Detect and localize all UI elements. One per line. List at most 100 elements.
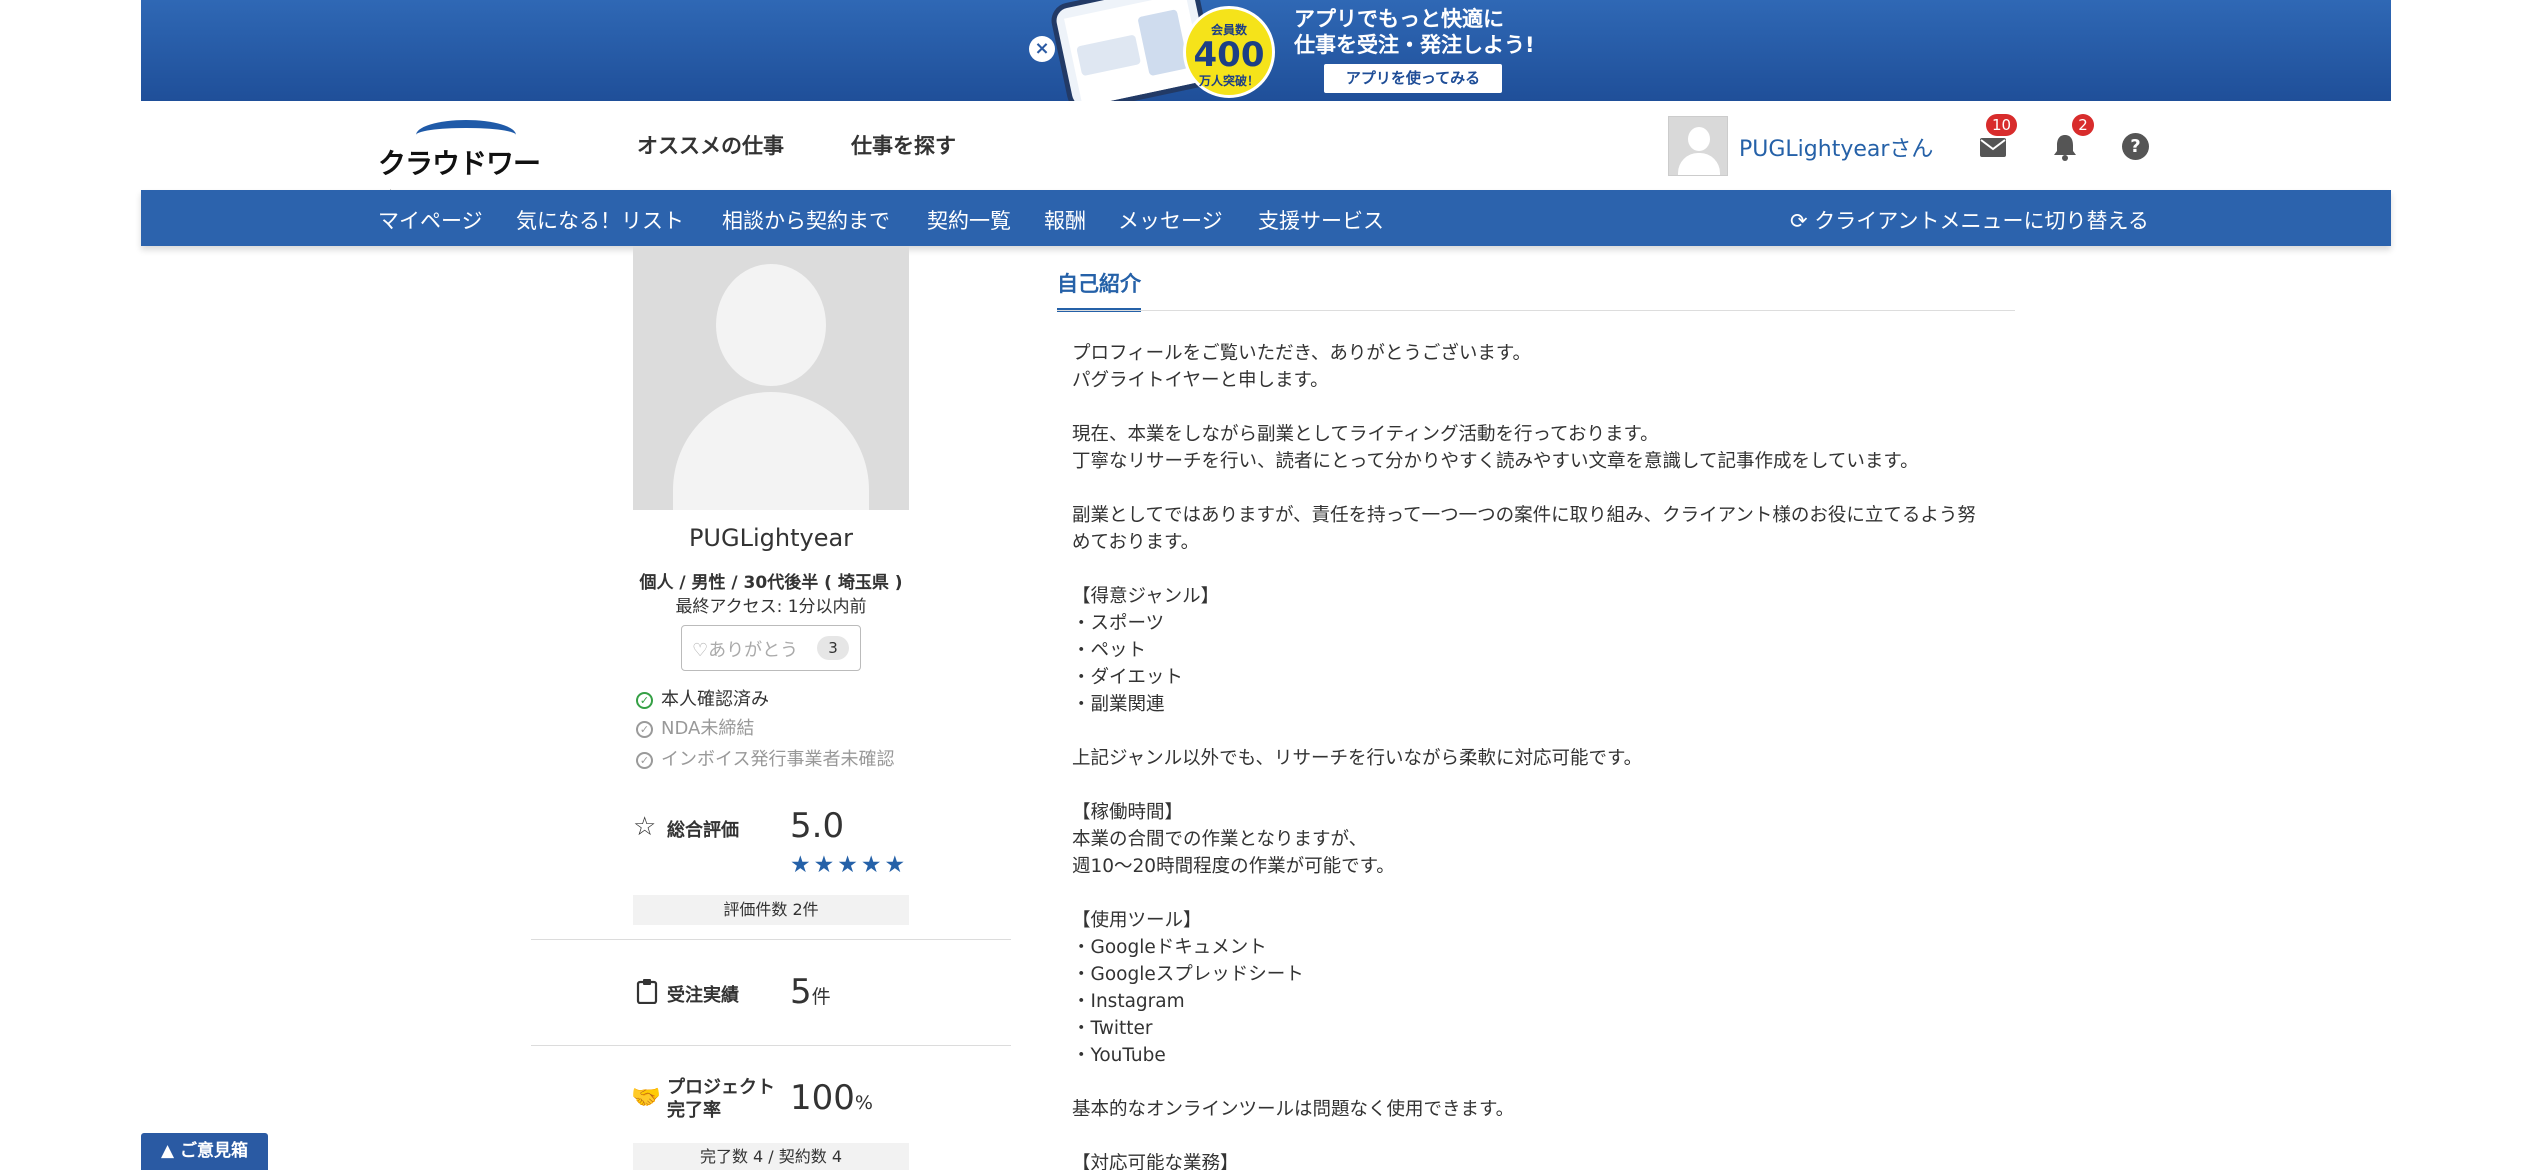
check-label: 本人確認済み [661,689,769,710]
star-filled-icon: ★ [813,852,838,878]
divider [531,1045,1011,1046]
rating-count: 評価件数 2件 [633,895,909,925]
intro-line [1072,1123,2002,1150]
intro-line [1072,556,2002,583]
check-label: インボイス発行事業者未確認 [661,749,895,770]
intro-line: 【対応可能な業務】 [1072,1153,1239,1170]
star-outline-icon: ☆ [633,812,657,842]
subnav-support-services[interactable]: 支援サービス [1258,205,1384,235]
subnav-rewards[interactable]: 報酬 [1044,205,1086,235]
completion-number: 100 [790,1078,855,1118]
intro-line: 上記ジャンル以外でも、リサーチを行いながら柔軟に対応可能です。 [1072,748,1643,769]
intro-line: ・Instagram [1072,991,1185,1012]
intro-line: パグライトイヤーと申します。 [1072,370,1329,391]
medal-number: 400 [1193,35,1265,75]
intro-line: 週10〜20時間程度の作業が可能です。 [1072,856,1395,877]
rating-stars: ★★★★★ [790,852,908,878]
banner-text: アプリでもっと快適に 仕事を受注・発注しよう! [1294,6,1535,58]
handshake-icon: 🤝 [631,1083,661,1111]
subnav-contracts[interactable]: 契約一覧 [927,205,1011,235]
orders-value: 5件 [790,972,831,1012]
check-circle-icon: ✓ [636,751,653,769]
banner-line-2: 仕事を受注・発注しよう! [1294,33,1535,57]
completion-detail: 完了数 4 / 契約数 4 [633,1143,909,1170]
help-icon[interactable]: ? [2122,133,2149,160]
tab-self-introduction[interactable]: 自己紹介 [1057,268,1141,312]
last-access: 最終アクセス: 1分以内前 [675,597,867,617]
completion-label-line1: プロジェクト [667,1077,775,1098]
orders-unit: 件 [811,986,831,1008]
subnav-consult-to-contract[interactable]: 相談から契約まで [722,205,890,235]
thanks-label: ありがとう [708,640,799,661]
star-filled-icon: ★ [884,852,909,878]
intro-line: 【使用ツール】 [1072,910,1202,931]
intro-line: ・YouTube [1072,1045,1166,1066]
star-filled-icon: ★ [860,852,885,878]
check-circle-icon: ✓ [636,691,653,709]
switch-label: クライアントメニューに切り替える [1814,209,2149,233]
orders-label: 受注実績 [667,985,739,1006]
identity-verified: ✓ 本人確認済み [636,685,769,711]
intro-line: 基本的なオンラインツールは問題なく使用できます。 [1072,1099,1515,1120]
try-app-button[interactable]: アプリを使ってみる [1324,64,1502,93]
intro-line [1072,475,2002,502]
intro-line: ・ダイエット [1072,667,1183,688]
user-name-link[interactable]: PUGLightyearさん [1739,131,1933,163]
intro-line [1072,394,2002,421]
heart-icon: ♡ [692,640,709,661]
nav-find-jobs[interactable]: 仕事を探す [851,130,956,160]
messages-badge: 10 [1986,114,2018,136]
mail-icon[interactable] [1978,132,2008,162]
intro-line: ・Twitter [1072,1018,1153,1039]
switch-to-client-menu[interactable]: ⟳ クライアントメニューに切り替える [1790,205,2149,235]
intro-line: ・Googleスプレッドシート [1072,964,1304,985]
feedback-box-button[interactable]: ▲ ご意見箱 [141,1133,268,1170]
banner-line-1: アプリでもっと快適に [1294,7,1504,31]
invoice-status: ✓ インボイス発行事業者未確認 [636,745,894,771]
completion-label: プロジェクト 完了率 [667,1076,775,1122]
intro-line: プロフィールをご覧いただき、ありがとうございます。 [1072,343,1531,364]
intro-line [1072,1069,2002,1096]
subnav-messages[interactable]: メッセージ [1118,205,1223,235]
subnav-watchlist[interactable]: 気になる！リスト [516,205,684,235]
intro-line: 副業としてではありますが、責任を持って一つ一つの案件に取り組み、クライアント様の… [1072,505,1976,526]
intro-line: 丁寧なリサーチを行い、読者にとって分かりやすく読みやすい文章を意識して記事作成を… [1072,451,1919,472]
intro-line: ・スポーツ [1072,613,1165,634]
overall-rating-label: 総合評価 [667,820,739,841]
user-avatar[interactable] [1668,116,1728,176]
notifications-badge: 2 [2072,114,2094,136]
divider [531,939,1011,940]
star-filled-icon: ★ [837,852,861,878]
orders-number: 5 [790,972,812,1012]
intro-line: ・副業関連 [1072,694,1165,715]
close-icon[interactable]: × [1029,36,1055,62]
self-introduction-text: プロフィールをご覧いただき、ありがとうございます。 パグライトイヤーと申します。現… [1072,340,2002,1170]
intro-line: 現在、本業をしながら副業としてライティング活動を行っております。 [1072,424,1659,445]
intro-line: ・Googleドキュメント [1072,937,1267,958]
thanks-count: 3 [817,636,849,660]
intro-line: ・ペット [1072,640,1147,661]
nda-status: ✓ NDA未締結 [636,714,754,740]
check-label: NDA未締結 [661,718,755,739]
tab-underline [1057,310,2015,311]
nav-recommended-jobs[interactable]: オススメの仕事 [637,130,784,160]
completion-unit: % [854,1092,873,1114]
overall-rating-value: 5.0 [790,806,845,846]
member-count-medal: 会員数 400 万人突破！ [1183,6,1275,98]
thanks-button[interactable]: ♡ありがとう 3 [681,625,861,671]
intro-line: 【得意ジャンル】 [1072,586,1220,607]
crowdworks-logo[interactable]: クラウドワークス [378,118,543,220]
clipboard-icon [636,979,658,1004]
bell-icon[interactable] [2050,132,2080,162]
intro-line [1072,880,2002,907]
subnav-mypage[interactable]: マイページ [378,205,483,235]
intro-line: 本業の合間での作業となりますが、 [1072,829,1368,850]
profile-meta: 個人 / 男性 / 30代後半 ( 埼玉県 ) [639,573,903,593]
check-circle-icon: ✓ [636,720,653,738]
completion-label-line2: 完了率 [667,1100,721,1121]
intro-line [1072,772,2002,799]
intro-line: 【稼働時間】 [1072,802,1184,823]
completion-value: 100% [790,1078,873,1118]
profile-name: PUGLightyear [688,524,854,552]
intro-line: めております。 [1072,532,1200,553]
